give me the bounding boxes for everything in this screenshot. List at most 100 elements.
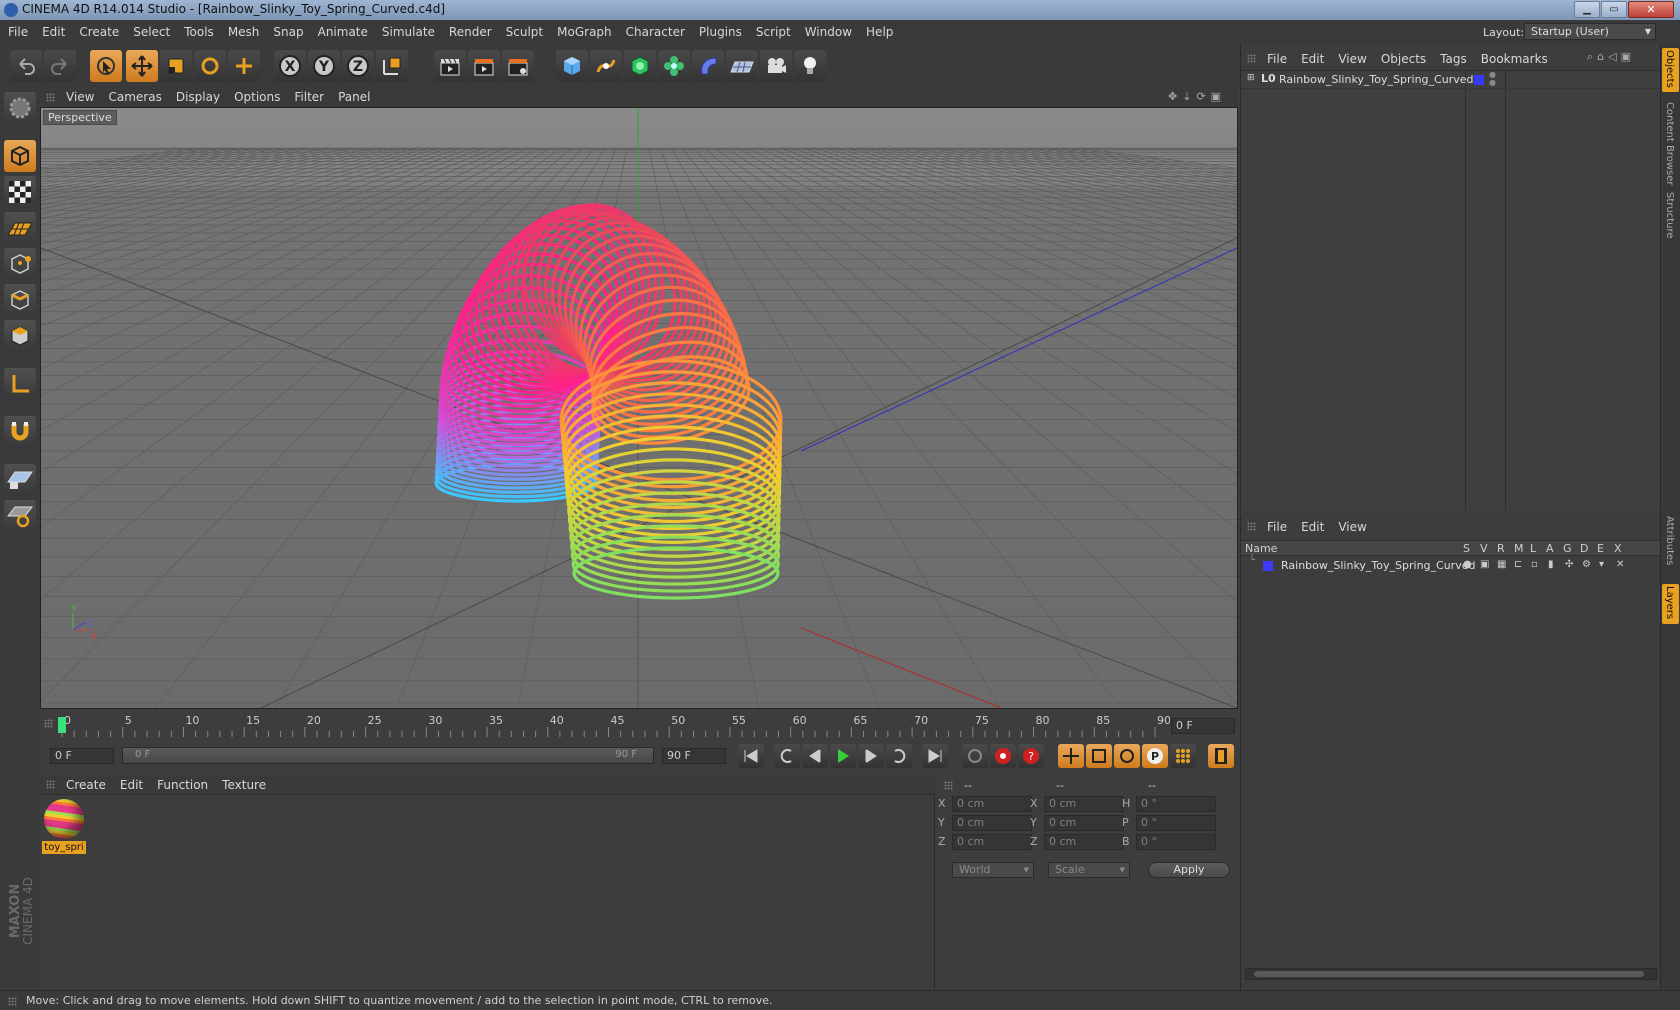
camera-button[interactable] — [760, 50, 792, 82]
z-axis-button[interactable]: Z — [342, 50, 374, 82]
layout-icon[interactable]: ▣ — [1211, 90, 1221, 103]
coord-field-y-b[interactable]: 0 cm — [1044, 815, 1124, 831]
search-icon[interactable]: ⌕ — [1587, 50, 1593, 64]
coord-field-h-c[interactable]: 0 ° — [1136, 796, 1216, 812]
tab-objects[interactable]: Objects — [1662, 48, 1679, 92]
viewport-menu-display[interactable]: Display — [176, 90, 220, 104]
deformers-icon[interactable]: ⚙ — [1582, 559, 1591, 570]
coord-field-x-a[interactable]: 0 cm — [952, 796, 1032, 812]
new-window-icon[interactable]: ▣ — [1621, 50, 1631, 64]
back-icon[interactable]: ◁ — [1608, 50, 1616, 64]
home-icon[interactable]: ⌂ — [1597, 50, 1604, 64]
layers-horizontal-scrollbar[interactable] — [1245, 968, 1657, 980]
expressions-icon[interactable]: ▾ — [1599, 559, 1604, 570]
objects-menu-view[interactable]: View — [1338, 52, 1366, 66]
layers-column-v[interactable]: V — [1480, 542, 1488, 555]
previous-key-button[interactable] — [774, 744, 800, 768]
previous-frame-button[interactable] — [802, 744, 828, 768]
menu-animate[interactable]: Animate — [318, 25, 368, 39]
material-menu-edit[interactable]: Edit — [120, 778, 143, 792]
spline-button[interactable] — [590, 50, 622, 82]
go-to-start-button[interactable] — [738, 744, 764, 768]
current-frame-field[interactable]: 0 F — [1171, 718, 1235, 734]
layers-column-l[interactable]: L — [1530, 542, 1536, 555]
viewport-menu-options[interactable]: Options — [234, 90, 280, 104]
objects-menu-bookmarks[interactable]: Bookmarks — [1481, 52, 1548, 66]
go-to-end-button[interactable] — [922, 744, 948, 768]
start-frame-field[interactable]: 0 F — [50, 748, 114, 764]
coord-field-b-c[interactable]: 0 ° — [1136, 834, 1216, 850]
layers-column-s[interactable]: S — [1463, 542, 1470, 555]
locked-icon[interactable]: ▫ — [1531, 559, 1538, 570]
next-frame-button[interactable] — [858, 744, 884, 768]
locked-workplane-button[interactable] — [4, 500, 36, 532]
playhead[interactable] — [58, 717, 66, 733]
scale-tool-button[interactable] — [160, 50, 192, 82]
key-scale-button[interactable] — [1086, 744, 1112, 768]
coord-field-p-c[interactable]: 0 ° — [1136, 815, 1216, 831]
menu-help[interactable]: Help — [866, 25, 893, 39]
array-button[interactable] — [658, 50, 690, 82]
points-mode-button[interactable] — [4, 248, 36, 280]
cube-object-button[interactable] — [556, 50, 588, 82]
tab-attributes[interactable]: Attributes — [1662, 514, 1679, 574]
layers-column-r[interactable]: R — [1497, 542, 1505, 555]
layers-column-m[interactable]: M — [1514, 542, 1524, 555]
motion-record-button[interactable] — [962, 744, 988, 768]
key-rotation-button[interactable] — [1114, 744, 1140, 768]
world-dropdown[interactable]: World ▼ — [952, 862, 1034, 878]
y-axis-button[interactable]: Y — [308, 50, 340, 82]
layer-name[interactable]: Rainbow_Slinky_Toy_Spring_Curved — [1281, 559, 1475, 572]
menu-tools[interactable]: Tools — [184, 25, 214, 39]
timeline-button[interactable] — [1208, 744, 1234, 768]
expand-icon[interactable]: ⊞ — [1247, 73, 1255, 83]
viewport-menu-filter[interactable]: Filter — [294, 90, 324, 104]
light-button[interactable] — [794, 50, 826, 82]
key-position-button[interactable] — [1058, 744, 1084, 768]
polygons-mode-button[interactable] — [4, 320, 36, 352]
coord-field-x-b[interactable]: 0 cm — [1044, 796, 1124, 812]
dolly-icon[interactable]: ⇣ — [1182, 90, 1191, 103]
menu-snap[interactable]: Snap — [273, 25, 303, 39]
key-parameter-button[interactable]: P — [1142, 744, 1168, 768]
panel-grip[interactable] — [46, 93, 55, 102]
panel-grip[interactable] — [1247, 54, 1256, 63]
scale-dropdown[interactable]: Scale ▼ — [1048, 862, 1130, 878]
undo-button[interactable] — [10, 50, 42, 82]
object-row[interactable]: ⊞ L0 Rainbow_Slinky_Toy_Spring_Curved ● ● — [1241, 71, 1661, 89]
menu-window[interactable]: Window — [805, 25, 852, 39]
floor-button[interactable] — [726, 50, 758, 82]
viewport[interactable]: Y X Z Perspective — [40, 107, 1238, 709]
visibility-dots-icon[interactable]: ● ● — [1489, 71, 1496, 87]
viewport-menu-view[interactable]: View — [66, 90, 94, 104]
minimize-button[interactable]: ▁ — [1574, 1, 1600, 18]
range-slider[interactable]: 0 F 90 F — [122, 747, 654, 764]
next-key-button[interactable] — [886, 744, 912, 768]
menu-mograph[interactable]: MoGraph — [557, 25, 612, 39]
menu-plugins[interactable]: Plugins — [699, 25, 742, 39]
tab-layers[interactable]: Layers — [1662, 584, 1679, 624]
apply-button[interactable]: Apply — [1148, 862, 1230, 878]
live-selection-button[interactable] — [90, 50, 122, 82]
coordinate-system-button[interactable] — [376, 50, 408, 82]
menu-create[interactable]: Create — [79, 25, 119, 39]
view-icon[interactable]: ▣ — [1480, 559, 1489, 570]
workplane-lock-button[interactable] — [4, 464, 36, 496]
deformer-button[interactable] — [692, 50, 724, 82]
objects-menu-objects[interactable]: Objects — [1381, 52, 1426, 66]
play-button[interactable] — [830, 744, 856, 768]
viewport-menu-cameras[interactable]: Cameras — [108, 90, 161, 104]
coord-field-z-b[interactable]: 0 cm — [1044, 834, 1124, 850]
menu-simulate[interactable]: Simulate — [382, 25, 435, 39]
object-name[interactable]: Rainbow_Slinky_Toy_Spring_Curved — [1279, 73, 1473, 86]
layers-column-g[interactable]: G — [1563, 542, 1572, 555]
x-axis-button[interactable]: X — [274, 50, 306, 82]
layers-column-d[interactable]: D — [1580, 542, 1588, 555]
objects-menu-file[interactable]: File — [1267, 52, 1287, 66]
menu-character[interactable]: Character — [626, 25, 685, 39]
viewport-menu-panel[interactable]: Panel — [338, 90, 370, 104]
edges-mode-button[interactable] — [4, 284, 36, 316]
coord-field-z-a[interactable]: 0 cm — [952, 834, 1032, 850]
render-settings-button[interactable] — [502, 50, 534, 82]
layers-menu-file[interactable]: File — [1267, 520, 1287, 534]
